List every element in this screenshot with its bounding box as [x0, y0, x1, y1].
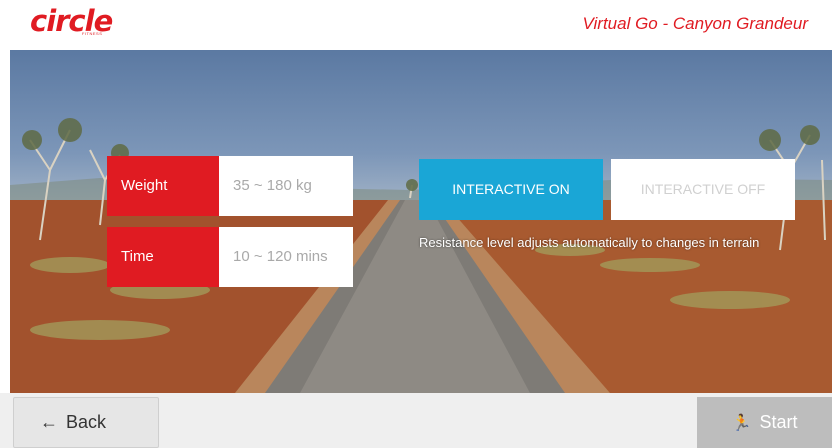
interactive-off-button[interactable]: INTERACTIVE OFF	[611, 159, 795, 220]
interactive-on-button[interactable]: INTERACTIVE ON	[419, 159, 603, 220]
weight-setting-row: Weight 35 ~ 180 kg	[107, 156, 353, 216]
arrow-left-icon: ←	[40, 412, 58, 432]
program-title: Virtual Go - Canyon Grandeur	[582, 14, 808, 33]
weight-value-field[interactable]: 35 ~ 180 kg	[219, 156, 353, 216]
circle-fitness-logo: circle FITNESS	[30, 4, 113, 38]
start-button-label: Start	[759, 412, 798, 432]
back-button[interactable]: ← Back	[13, 397, 159, 448]
time-label: Time	[107, 227, 219, 287]
canyon-road-background-image	[10, 50, 832, 393]
weight-label: Weight	[107, 156, 219, 216]
time-value-field[interactable]: 10 ~ 120 mins	[219, 227, 353, 287]
running-person-icon: 🏃	[731, 415, 752, 432]
interactive-hint-text: Resistance level adjusts automatically t…	[419, 235, 760, 250]
back-button-label: Back	[66, 412, 107, 432]
top-bar: circle FITNESS Virtual Go - Canyon Grand…	[0, 0, 832, 50]
start-button[interactable]: 🏃 Start	[697, 397, 832, 448]
time-setting-row: Time 10 ~ 120 mins	[107, 227, 353, 287]
